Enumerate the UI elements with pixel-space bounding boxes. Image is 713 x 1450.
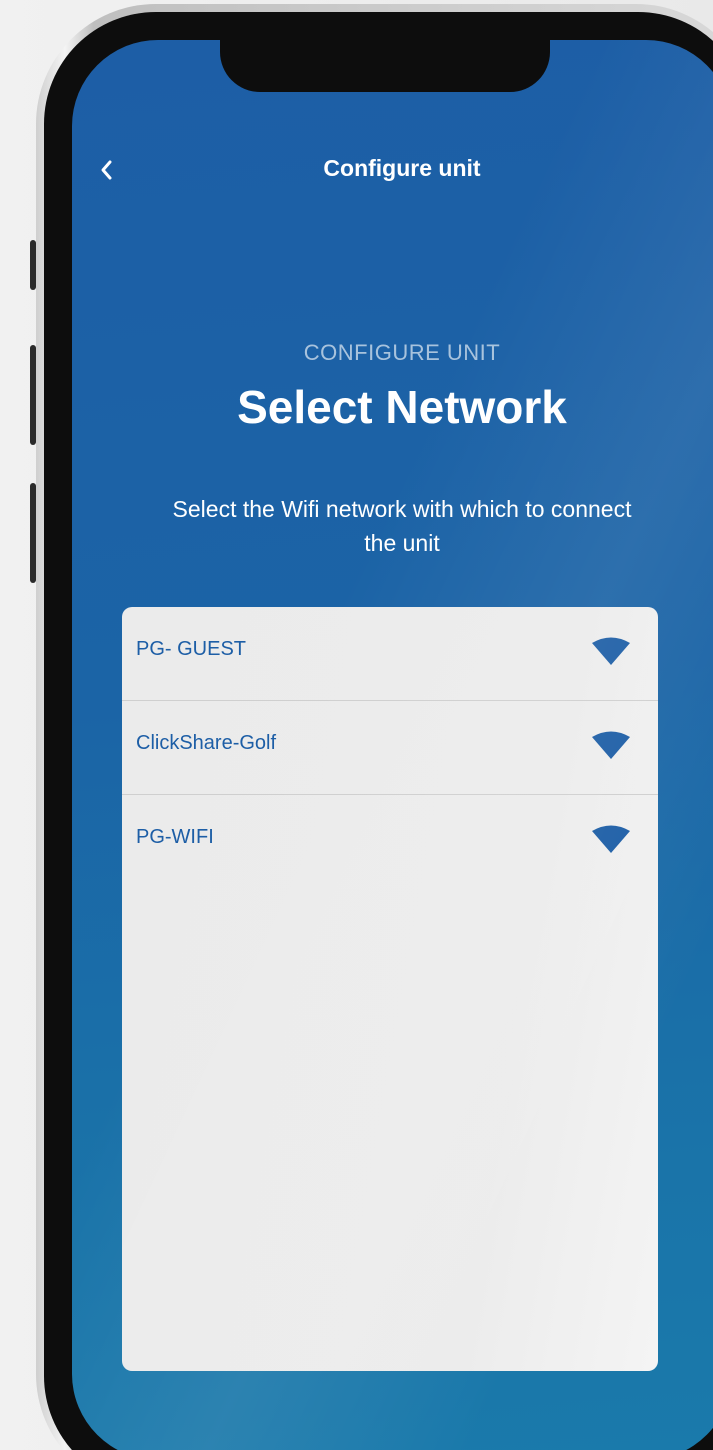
network-name: PG- GUEST <box>136 638 247 660</box>
notch <box>220 40 550 92</box>
page-description: Select the Wifi network with which to co… <box>172 496 632 556</box>
network-list: PG- GUEST ClickShare-Golf PG-WIFI <box>122 607 658 1371</box>
network-name: ClickShare-Golf <box>136 732 277 754</box>
nav-title: Configure unit <box>323 155 481 181</box>
wifi-icon <box>590 825 632 855</box>
navigation-bar: Configure unit <box>72 145 713 195</box>
wifi-icon <box>590 637 632 667</box>
network-item-pg-wifi[interactable]: PG-WIFI <box>122 795 658 888</box>
section-overline: CONFIGURE UNIT <box>303 340 501 365</box>
device-mockup: Configure unit CONFIGURE UNIT Select Net… <box>0 0 713 1450</box>
page-title: Select Network <box>237 381 567 433</box>
wifi-icon <box>590 731 632 761</box>
network-item-clickshare-golf[interactable]: ClickShare-Golf <box>122 701 658 795</box>
app-screen: Configure unit CONFIGURE UNIT Select Net… <box>72 40 713 1450</box>
network-item-pg-guest[interactable]: PG- GUEST <box>122 607 658 701</box>
network-name: PG-WIFI <box>136 826 214 848</box>
